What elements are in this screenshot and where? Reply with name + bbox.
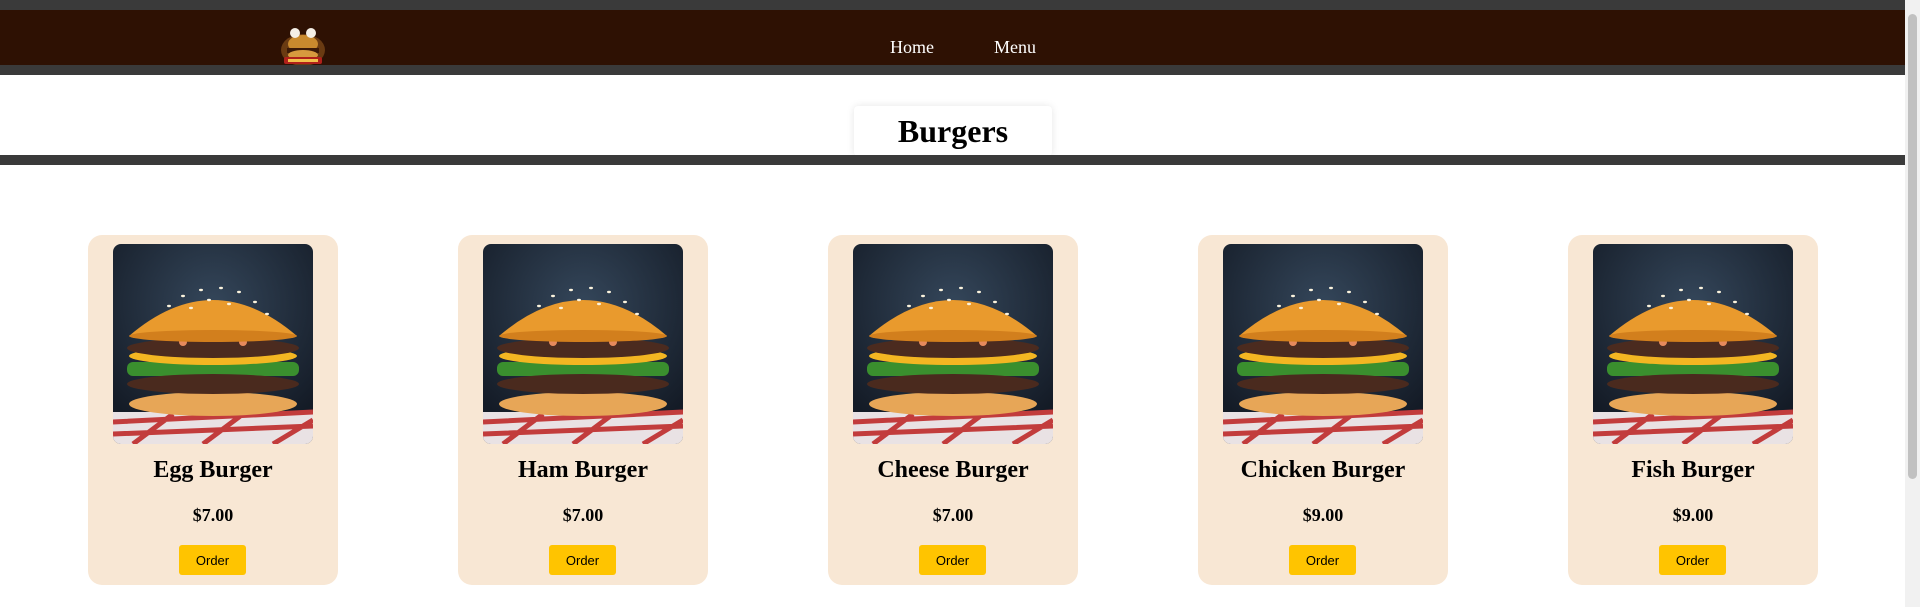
order-button[interactable]: Order [1289,545,1356,575]
product-name: Fish Burger [1631,457,1755,483]
navbar: Home Menu [0,10,1905,66]
order-button[interactable]: Order [179,545,246,575]
order-button[interactable]: Order [549,545,616,575]
product-name: Ham Burger [518,457,648,483]
product-card: Egg Burger $7.00 Order [88,235,338,585]
burger-photo [1593,244,1793,444]
page: Home Menu Burgers Egg Burger $7.00 Order… [0,0,1920,607]
product-price: $7.00 [932,505,974,525]
burger-photo [113,244,313,444]
order-button[interactable]: Order [919,545,986,575]
nav-home-link[interactable]: Home [890,37,934,58]
scrollbar-thumb[interactable] [1908,14,1917,479]
burger-photo [483,244,683,444]
top-strip [0,0,1905,10]
nav-bottom-strip [0,65,1905,75]
page-title: Burgers [897,112,1009,149]
product-card: Chicken Burger $9.00 Order [1198,235,1448,585]
vertical-scrollbar[interactable] [1905,0,1920,607]
burger-photo [1223,244,1423,444]
nav-menu-link[interactable]: Menu [994,37,1036,58]
product-price: $9.00 [1672,505,1714,525]
product-card: Cheese Burger $7.00 Order [828,235,1078,585]
product-price: $7.00 [562,505,604,525]
product-name: Egg Burger [153,457,273,483]
product-price: $9.00 [1302,505,1344,525]
title-divider [0,155,1905,165]
burger-photo [853,244,1053,444]
product-card: Fish Burger $9.00 Order [1568,235,1818,585]
page-title-box: Burgers [854,106,1052,156]
product-name: Cheese Burger [877,457,1029,483]
order-button[interactable]: Order [1659,545,1726,575]
product-price: $7.00 [192,505,234,525]
product-card: Ham Burger $7.00 Order [458,235,708,585]
product-name: Chicken Burger [1240,457,1406,483]
burger-logo-icon[interactable] [278,24,328,70]
